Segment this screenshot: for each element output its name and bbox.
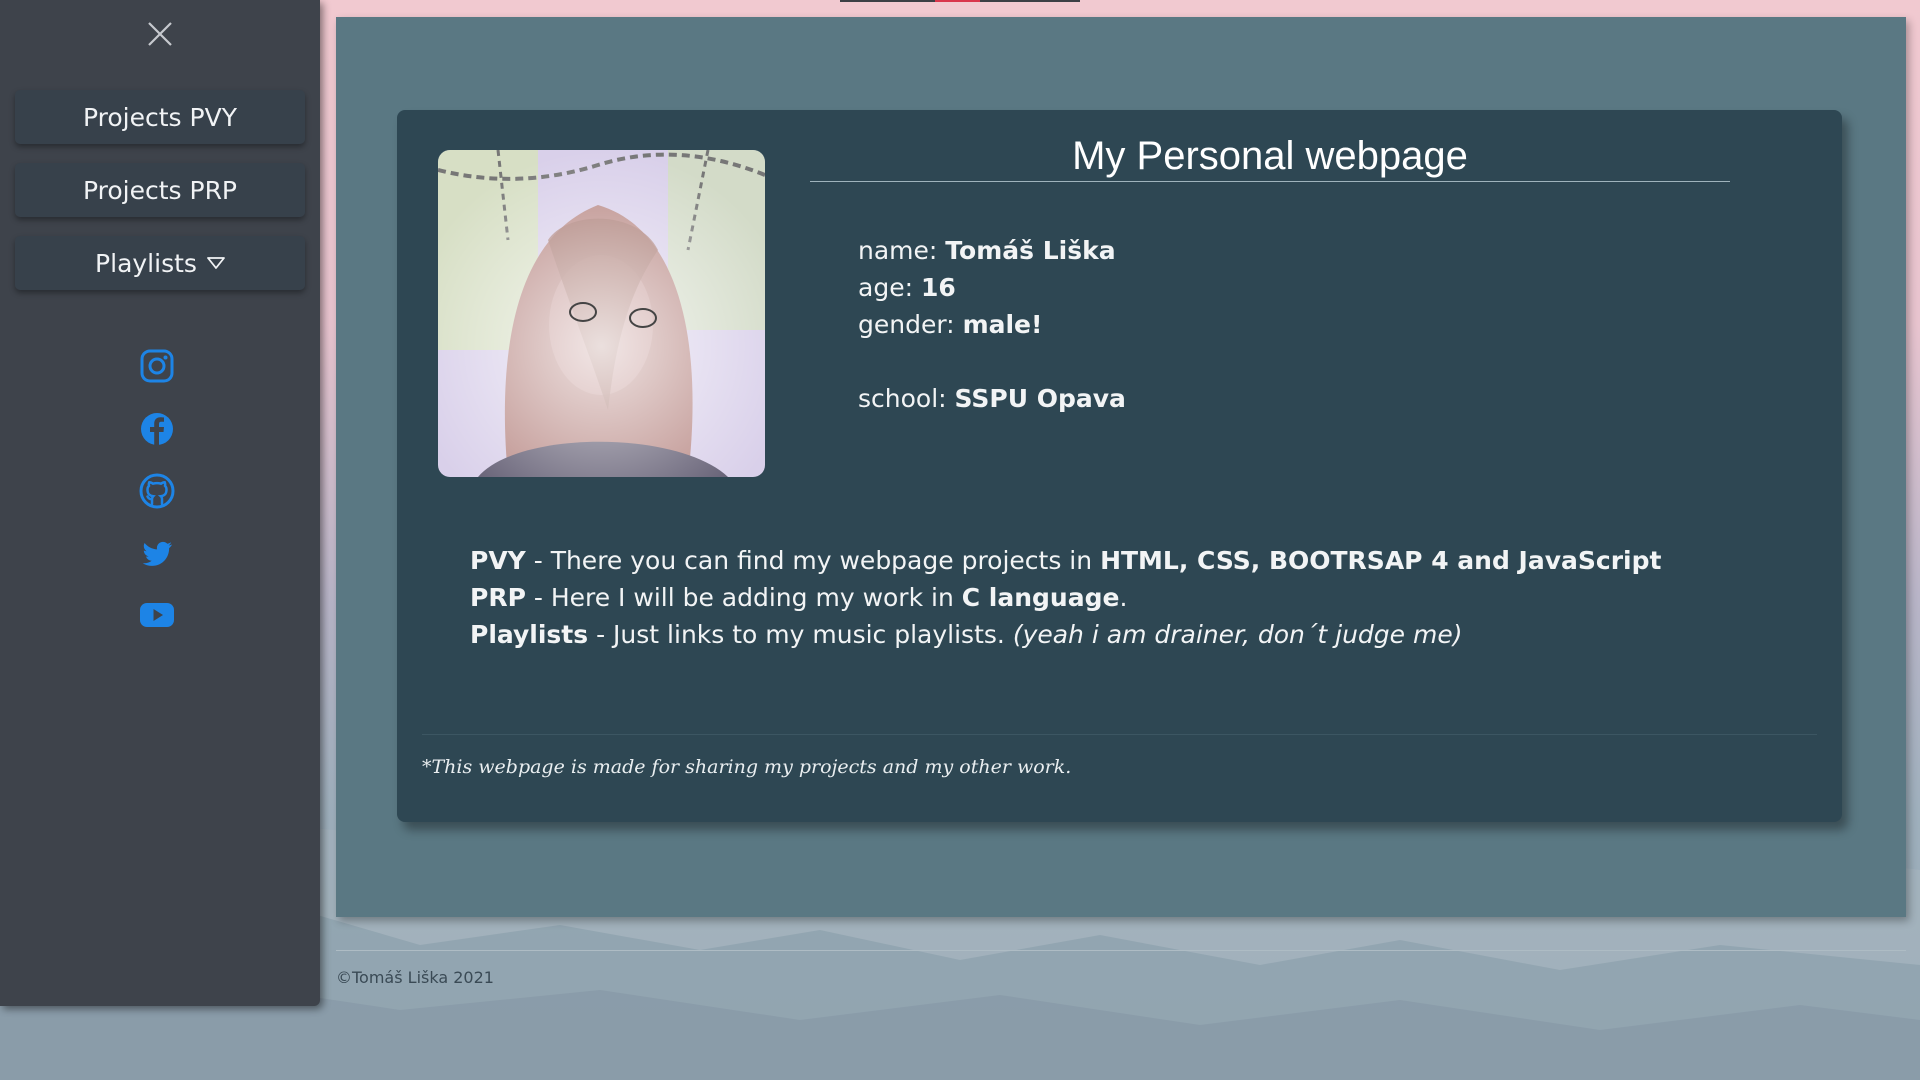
- desc-playlists: Playlists - Just links to my music playl…: [470, 620, 1463, 649]
- footer-copyright: ©Tomáš Liška 2021: [336, 968, 494, 987]
- page-title: My Personal webpage: [1072, 134, 1468, 178]
- desc-pvy: PVY - There you can find my webpage proj…: [470, 546, 1662, 575]
- personal-info: name: Tomáš Liška age: 16 gender: male! …: [858, 232, 1126, 417]
- playlists-label: Playlists: [95, 248, 197, 278]
- title-divider: [810, 181, 1730, 182]
- top-tab-indicator: [840, 0, 1080, 2]
- card-footnote: *This webpage is made for sharing my pro…: [422, 756, 1072, 778]
- card-divider: [422, 734, 1817, 735]
- main-panel: My Personal webpage name: Tomáš Liška ag…: [336, 17, 1906, 917]
- playlists-dropdown-button[interactable]: Playlists: [15, 236, 305, 290]
- info-name-row: name: Tomáš Liška: [858, 236, 1116, 265]
- instagram-icon[interactable]: [139, 348, 175, 384]
- info-gender-row: gender: male!: [858, 310, 1043, 339]
- projects-prp-label: Projects PRP: [82, 175, 238, 205]
- info-age-row: age: 16: [858, 273, 956, 302]
- profile-card: My Personal webpage name: Tomáš Liška ag…: [397, 110, 1842, 822]
- facebook-icon[interactable]: [139, 411, 175, 447]
- projects-prp-button[interactable]: Projects PRP: [15, 163, 305, 217]
- projects-pvy-label: Projects PVY: [83, 102, 237, 132]
- profile-photo: [438, 150, 765, 477]
- caret-down-icon: [207, 257, 225, 269]
- section-descriptions: PVY - There you can find my webpage proj…: [470, 542, 1661, 653]
- close-icon[interactable]: [146, 20, 174, 48]
- twitter-icon[interactable]: [139, 536, 175, 572]
- youtube-icon[interactable]: [139, 597, 175, 633]
- sidebar: Projects PVY Projects PRP Playlists: [0, 0, 320, 1006]
- desc-prp: PRP - Here I will be adding my work in C…: [470, 583, 1128, 612]
- info-school-row: school: SSPU Opava: [858, 384, 1126, 413]
- github-icon[interactable]: [139, 473, 175, 509]
- projects-pvy-button[interactable]: Projects PVY: [15, 90, 305, 144]
- footer-divider: [336, 950, 1906, 951]
